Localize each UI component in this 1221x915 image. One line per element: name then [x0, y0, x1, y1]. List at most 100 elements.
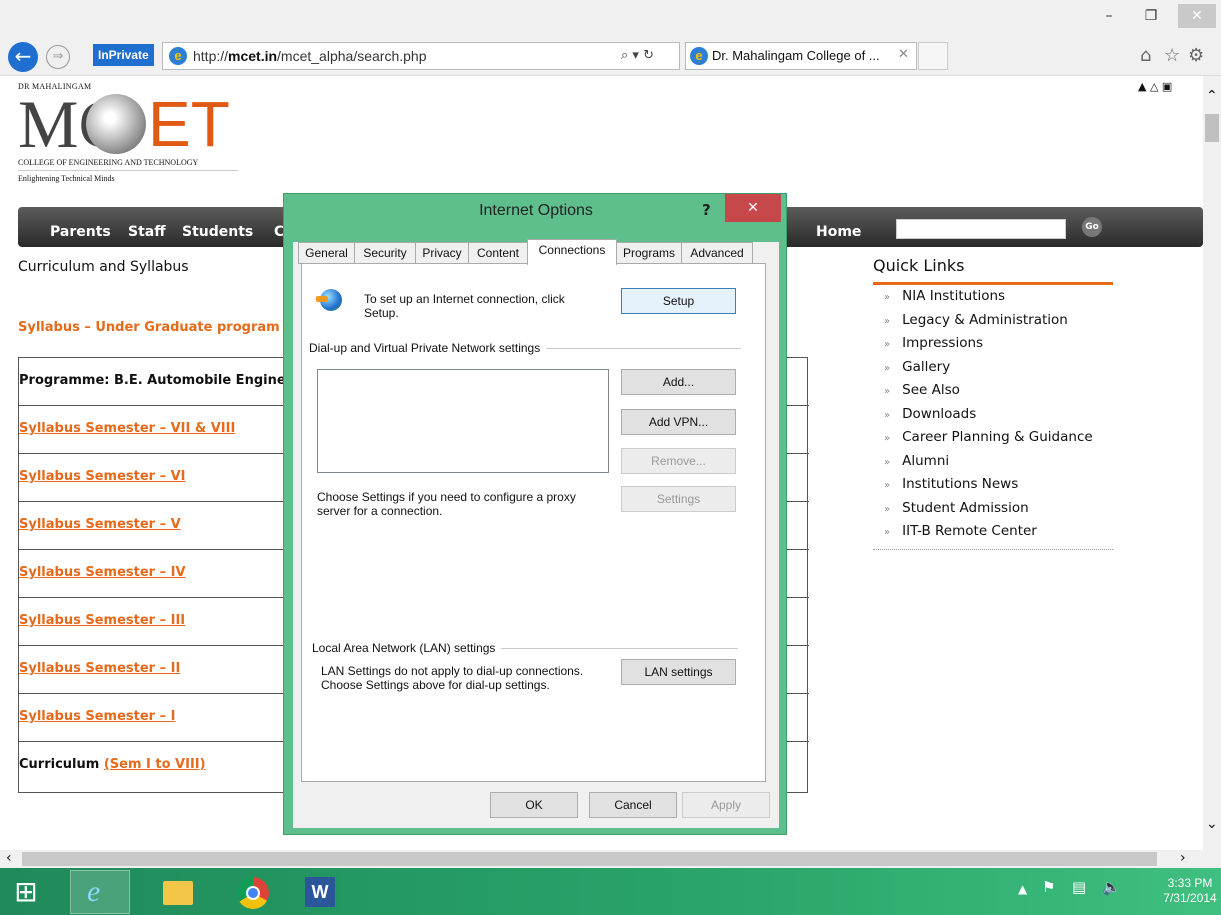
tab-general[interactable]: General	[298, 242, 355, 264]
syllabus-link[interactable]: Syllabus Semester – VII & VIII	[19, 421, 235, 436]
setup-text: To set up an Internet connection, click S…	[364, 292, 565, 320]
vertical-scrollbar[interactable]	[1203, 76, 1221, 850]
tab-security[interactable]: Security	[354, 242, 416, 264]
page-tool-icons[interactable]: ▲ △ ▣	[1138, 80, 1172, 93]
quick-links-divider	[873, 549, 1113, 550]
quick-link-item[interactable]: » Alumni	[884, 452, 1144, 476]
word-icon: W	[305, 877, 335, 907]
quick-link-item[interactable]: » Legacy & Administration	[884, 311, 1144, 335]
quick-link-item[interactable]: » IIT-B Remote Center	[884, 522, 1144, 546]
window-titlebar	[0, 0, 1221, 36]
curriculum-label: Curriculum	[19, 757, 100, 772]
new-tab-button[interactable]	[918, 42, 948, 70]
quick-links-underline	[873, 282, 1113, 285]
vertical-scroll-thumb[interactable]	[1205, 114, 1219, 142]
scroll-right-icon[interactable]: ›	[1180, 850, 1186, 866]
taskbar-clock[interactable]: 3:33 PM 7/31/2014	[1160, 876, 1220, 906]
window-close-button[interactable]: ✕	[1178, 4, 1216, 28]
add-button[interactable]: Add...	[621, 369, 736, 395]
dialog-close-button[interactable]: ✕	[725, 194, 781, 222]
taskbar-explorer-button[interactable]	[146, 870, 206, 914]
horizontal-scroll-thumb[interactable]	[22, 852, 1157, 866]
ok-button[interactable]: OK	[490, 792, 578, 818]
connections-listbox[interactable]	[317, 369, 609, 473]
tray-overflow-icon[interactable]: ▲	[1018, 882, 1027, 896]
apply-button[interactable]: Apply	[682, 792, 770, 818]
tab-advanced[interactable]: Advanced	[681, 242, 753, 264]
taskbar-ie-button[interactable]: e	[70, 870, 130, 914]
curriculum-link[interactable]: (Sem I to VIII)	[104, 757, 206, 772]
lan-group-label: Local Area Network (LAN) settings	[312, 641, 502, 655]
scroll-up-icon[interactable]: ⌃	[1206, 88, 1218, 104]
windows-start-icon[interactable]: ⊞	[10, 876, 42, 908]
quick-link-item[interactable]: » Career Planning & Guidance	[884, 428, 1144, 452]
go-button[interactable]: Go	[1082, 217, 1102, 237]
site-search-input[interactable]	[896, 219, 1066, 239]
taskbar-chrome-button[interactable]	[222, 870, 282, 914]
syllabus-link[interactable]: Syllabus Semester – VI	[19, 469, 186, 484]
quick-link-item[interactable]: » Downloads	[884, 405, 1144, 429]
settings-button[interactable]: Settings	[621, 486, 736, 512]
volume-icon[interactable]: 🔈	[1102, 878, 1121, 896]
tab-content[interactable]: Content	[468, 242, 528, 264]
url-path: /mcet_alpha/search.php	[277, 48, 427, 64]
url-text[interactable]: http://mcet.in/mcet_alpha/search.php	[193, 48, 426, 64]
nav-students[interactable]: Students	[182, 224, 253, 240]
setup-button[interactable]: Setup	[621, 288, 736, 314]
syllabus-link[interactable]: Syllabus Semester – V	[19, 517, 181, 532]
nav-staff[interactable]: Staff	[128, 224, 166, 240]
lan-settings-button[interactable]: LAN settings	[621, 659, 736, 685]
quick-link-label: Impressions	[902, 335, 984, 351]
logo-tagline: Enlightening Technical Minds	[18, 174, 115, 183]
add-vpn-button[interactable]: Add VPN...	[621, 409, 736, 435]
dialup-group-label: Dial-up and Virtual Private Network sett…	[309, 341, 547, 355]
tab-close-icon[interactable]: ✕	[898, 47, 909, 62]
bullet-icon: »	[884, 315, 891, 327]
proxy-text-line: server for a connection.	[317, 504, 443, 518]
nav-parents[interactable]: Parents	[50, 224, 111, 240]
scroll-down-icon[interactable]: ⌄	[1206, 816, 1218, 832]
favorites-icon[interactable]: ☆	[1164, 45, 1180, 66]
tab-privacy[interactable]: Privacy	[415, 242, 469, 264]
college-logo[interactable]: DR MAHALINGAM MC ET COLLEGE OF ENGINEERI…	[18, 82, 243, 192]
quick-link-item[interactable]: » Institutions News	[884, 475, 1144, 499]
browser-tab[interactable]: e Dr. Mahalingam College of ... ✕	[685, 42, 917, 70]
nav-home[interactable]: Home	[816, 224, 861, 240]
quick-link-item[interactable]: » Impressions	[884, 334, 1144, 358]
gear-icon[interactable]: ⚙	[1188, 45, 1204, 66]
syllabus-link[interactable]: Syllabus Semester – I	[19, 709, 175, 724]
forward-button[interactable]: ⇒	[46, 45, 70, 69]
quick-link-item[interactable]: » Student Admission	[884, 499, 1144, 523]
minimize-icon[interactable]: –	[1094, 4, 1124, 28]
syllabus-link[interactable]: Syllabus Semester – IV	[19, 565, 186, 580]
bullet-icon: »	[884, 480, 891, 491]
network-icon[interactable]: ▤	[1072, 878, 1086, 896]
quick-link-item[interactable]: » See Also	[884, 381, 1144, 405]
restore-icon[interactable]: ❐	[1136, 4, 1166, 28]
ug-heading: Syllabus – Under Graduate program	[18, 320, 280, 335]
home-icon[interactable]: ⌂	[1140, 45, 1151, 66]
setup-text-line: To set up an Internet connection, click	[364, 292, 565, 306]
cancel-button[interactable]: Cancel	[589, 792, 677, 818]
taskbar-word-button[interactable]: W	[290, 870, 350, 914]
quick-link-item[interactable]: » Gallery	[884, 358, 1144, 382]
quick-links-title: Quick Links	[873, 256, 965, 275]
scroll-left-icon[interactable]: ‹	[6, 850, 12, 866]
back-button[interactable]: ←	[8, 42, 38, 72]
syllabus-link[interactable]: Syllabus Semester – II	[19, 661, 180, 676]
remove-button[interactable]: Remove...	[621, 448, 736, 474]
address-bar[interactable]: e http://mcet.in/mcet_alpha/search.php ⌕…	[162, 42, 680, 70]
tab-connections[interactable]: Connections	[527, 239, 617, 265]
action-center-flag-icon[interactable]: ⚑	[1042, 878, 1055, 896]
quick-link-label: NIA Institutions	[902, 288, 1006, 304]
folder-icon	[163, 881, 193, 905]
syllabus-link[interactable]: Syllabus Semester – III	[19, 613, 185, 628]
proxy-text: Choose Settings if you need to configure…	[317, 490, 576, 518]
search-refresh-controls[interactable]: ⌕ ▾ ↻	[621, 48, 654, 63]
tab-programs[interactable]: Programs	[616, 242, 682, 264]
logo-divider	[18, 170, 238, 171]
bullet-icon: »	[884, 503, 891, 515]
help-icon[interactable]: ?	[702, 201, 711, 219]
quick-link-item[interactable]: » NIA Institutions	[884, 287, 1144, 311]
programme-label: Programme: B.E. Automobile Engine	[19, 373, 286, 388]
